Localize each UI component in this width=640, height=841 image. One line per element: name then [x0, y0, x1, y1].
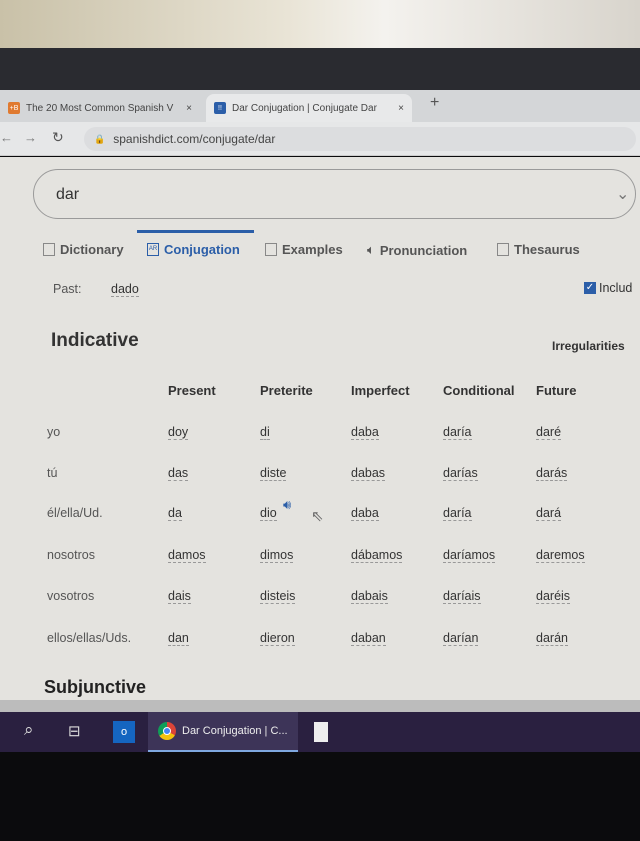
book-icon [43, 243, 55, 256]
back-icon[interactable]: ← [0, 130, 13, 145]
speaker-icon: 🔈︎ [367, 242, 375, 257]
pronoun-label: él/ella/Ud. [47, 506, 103, 520]
nav-thesaurus[interactable]: Thesaurus [497, 242, 580, 257]
open-book-icon [497, 243, 509, 256]
conjugation-cell[interactable]: darías [443, 466, 478, 481]
address-bar: ← → ↻ 🔒 spanishdict.com/conjugate/dar [0, 122, 640, 156]
checkbox-checked-icon: ✓ [584, 282, 596, 294]
nav-label: Dictionary [60, 242, 124, 257]
chevron-down-icon[interactable]: ⌄ [616, 184, 629, 204]
mouse-cursor-icon: ⇖ [311, 508, 324, 525]
new-tab-button[interactable]: + [430, 94, 439, 112]
conjugation-cell[interactable]: daremos [536, 548, 585, 563]
conjugation-cell[interactable]: daba [351, 425, 379, 440]
conjugation-cell[interactable]: dará [536, 506, 562, 521]
conjugation-cell[interactable]: di [260, 425, 270, 440]
conjugation-cell[interactable]: dio [260, 506, 277, 521]
include-label: Includ [599, 281, 633, 295]
section-title-indicative: Indicative [51, 330, 139, 351]
conjugation-cell[interactable]: dan [168, 631, 189, 646]
conjugation-cell[interactable]: das [168, 466, 189, 481]
column-header: Preterite [260, 383, 313, 398]
background-room [0, 0, 640, 48]
lock-icon: 🔒 [94, 133, 106, 144]
nav-label: Thesaurus [514, 242, 580, 257]
page-content: dar ⌄ Dictionary AR Conjugation Examples … [0, 157, 640, 700]
conjugation-cell[interactable]: daría [443, 506, 472, 521]
task-view-icon[interactable]: ⊟ [68, 722, 81, 740]
nav-label: Pronunciation [379, 242, 468, 258]
conjugation-cell[interactable]: daba [351, 506, 379, 521]
section-title-subjunctive: Subjunctive [44, 677, 147, 697]
reload-icon[interactable]: ↻ [52, 129, 64, 146]
conjugation-cell[interactable]: daríamos [443, 548, 496, 563]
irregularities-toggle[interactable]: Irregularities [552, 339, 625, 353]
close-icon[interactable]: × [398, 103, 404, 114]
conjugation-cell[interactable]: da [168, 506, 182, 521]
conjugation-cell[interactable]: daréis [536, 589, 571, 604]
url-field[interactable]: 🔒 spanishdict.com/conjugate/dar [84, 127, 636, 151]
chat-icon [265, 243, 277, 256]
conjugation-cell[interactable]: dábamos [351, 548, 403, 563]
search-value: dar [56, 186, 80, 203]
pronoun-label: vosotros [47, 589, 95, 603]
horizontal-scrollbar[interactable] [0, 700, 640, 712]
outlook-icon[interactable]: o [113, 721, 135, 743]
taskbar-label: Dar Conjugation | C... [182, 725, 288, 737]
active-tab-indicator [137, 230, 254, 233]
past-participle[interactable]: dado [111, 282, 139, 297]
conjugation-cell[interactable]: doy [168, 425, 189, 440]
past-label: Past: [53, 282, 82, 296]
conjugation-cell[interactable]: darán [536, 631, 568, 646]
conjugation-cell[interactable]: daríais [443, 589, 481, 604]
file-icon[interactable] [314, 722, 328, 742]
include-checkbox[interactable]: ✓ Includ [584, 281, 632, 295]
taskbar-chrome-button[interactable]: Dar Conjugation | C... [148, 712, 298, 752]
pronoun-label: yo [47, 425, 61, 439]
conjugation-cell[interactable]: daría [443, 425, 472, 440]
column-header: Imperfect [351, 383, 410, 398]
column-header: Future [536, 383, 577, 398]
forward-icon[interactable]: → [24, 130, 37, 145]
speaker-icon[interactable]: 🔊︎ [283, 497, 291, 513]
column-header: Present [168, 383, 216, 398]
taskbar: ⌕ ⊟ o Dar Conjugation | C... [0, 712, 640, 752]
tab-bar: +B The 20 Most Common Spanish V × !! Dar… [0, 90, 640, 122]
browser-tab-active[interactable]: !! Dar Conjugation | Conjugate Dar × [206, 94, 412, 122]
conjugation-cell[interactable]: daré [536, 425, 562, 440]
url-text: spanishdict.com/conjugate/dar [113, 132, 276, 146]
nav-dictionary[interactable]: Dictionary [43, 242, 124, 257]
conjugation-cell[interactable]: daban [351, 631, 386, 646]
favicon-icon: +B [8, 102, 20, 114]
conjugation-cell[interactable]: dabas [351, 466, 386, 481]
favicon-icon: !! [214, 102, 226, 114]
chrome-icon [158, 722, 176, 740]
conjugation-cell[interactable]: dimos [260, 548, 294, 563]
conjugation-cell[interactable]: disteis [260, 589, 296, 604]
tab-title: The 20 Most Common Spanish V [26, 102, 174, 114]
search-input[interactable]: dar ⌄ [33, 169, 636, 219]
close-icon[interactable]: × [186, 103, 192, 114]
column-header: Conditional [443, 383, 515, 398]
nav-label: Conjugation [164, 242, 240, 257]
search-icon[interactable]: ⌕ [24, 720, 34, 740]
nav-pronunciation[interactable]: 🔈︎ Pronunciation [367, 242, 467, 258]
conjugation-cell[interactable]: darás [536, 466, 568, 481]
conjugation-cell[interactable]: diste [260, 466, 287, 481]
conjugation-cell[interactable]: dais [168, 589, 191, 604]
ar-icon: AR [147, 243, 159, 256]
tab-title: Dar Conjugation | Conjugate Dar [232, 102, 377, 114]
monitor-bezel [0, 48, 640, 90]
conjugation-cell[interactable]: darían [443, 631, 479, 646]
browser-tab[interactable]: +B The 20 Most Common Spanish V × [0, 94, 200, 122]
nav-label: Examples [282, 242, 343, 257]
conjugation-cell[interactable]: dabais [351, 589, 388, 604]
pronoun-label: ellos/ellas/Uds. [47, 631, 132, 645]
nav-examples[interactable]: Examples [265, 242, 343, 257]
conjugation-cell[interactable]: dieron [260, 631, 295, 646]
pronoun-label: nosotros [47, 548, 95, 562]
conjugation-cell[interactable]: damos [168, 548, 206, 563]
pronoun-label: tú [47, 466, 58, 480]
nav-conjugation[interactable]: AR Conjugation [147, 242, 240, 257]
